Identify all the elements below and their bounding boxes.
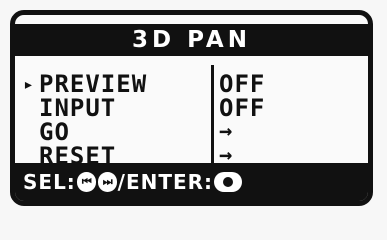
arrow-right-icon: → [219,119,234,144]
menu-item-value: OFF [219,94,266,122]
title-bar: 3D PAN [15,24,368,56]
screen-title: 3D PAN [132,27,251,53]
menu-item-go[interactable]: GO → [23,118,368,146]
menu-item-label: PREVIEW [39,70,148,98]
lcd-screen: 3D PAN ▸ PREVIEW OFF INPUT OFF GO → RESE… [10,10,373,206]
enter-dot-icon [223,177,234,187]
menu-item-label: GO [39,118,70,146]
selection-cursor-icon: ▸ [23,74,34,95]
enter-label: ENTER: [125,170,214,194]
menu-list: ▸ PREVIEW OFF INPUT OFF GO → RESET → [23,70,368,168]
enter-button-icon [214,172,243,192]
sel-label: SEL: [23,170,76,194]
fast-forward-button-icon: ⏭ [97,172,117,192]
status-bar: SEL: ⏮ ⏭ / ENTER: [15,163,368,201]
separator-slash: / [117,170,126,194]
menu-item-value: OFF [219,70,266,98]
menu-item-preview[interactable]: ▸ PREVIEW OFF [23,70,368,98]
menu-item-input[interactable]: INPUT OFF [23,94,368,122]
rewind-button-icon: ⏮ [76,172,96,192]
menu-item-label: INPUT [39,94,117,122]
